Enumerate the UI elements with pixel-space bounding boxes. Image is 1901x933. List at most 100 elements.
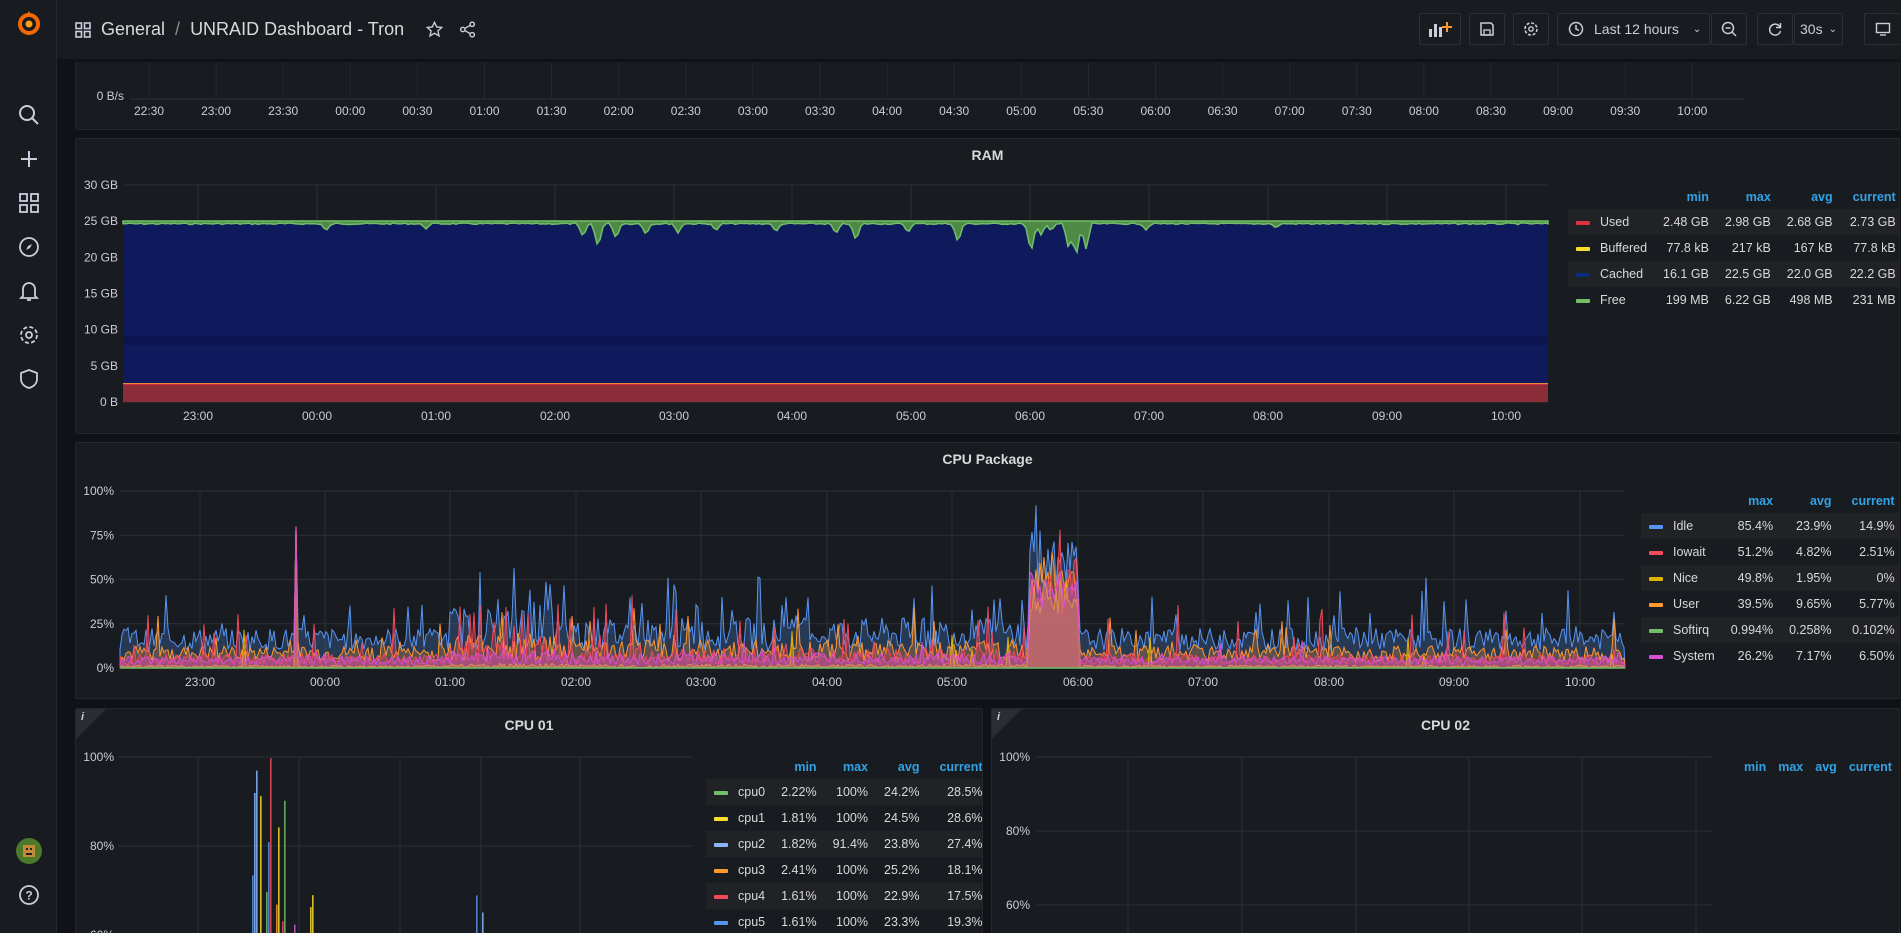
x-axis-tick: 10:00	[1565, 675, 1595, 689]
legend-row[interactable]: Softirq 0.994% 0.258% 0.102%	[1641, 617, 1899, 643]
legend-value-current: 18.1%	[947, 863, 983, 877]
legend-value-min: 1.61%	[771, 883, 823, 909]
cpu01-legend: min max avg current cpu0 2.22% 100% 24.2% 28.5% c…	[706, 755, 983, 933]
series-name[interactable]: User	[1673, 597, 1699, 611]
series-name[interactable]: cpu2	[738, 837, 765, 851]
series-name[interactable]: cpu4	[738, 889, 765, 903]
x-axis-tick: 23:00	[201, 104, 231, 118]
refresh-button[interactable]	[1757, 13, 1793, 45]
legend-header: avg	[1811, 190, 1833, 204]
x-axis-tick: 02:30	[671, 104, 701, 118]
breadcrumb-folder-link[interactable]: General	[101, 19, 165, 40]
series-swatch	[1649, 602, 1663, 607]
dashboards-grid-icon[interactable]	[75, 21, 91, 38]
x-axis-tick: 03:00	[738, 104, 768, 118]
legend-value-avg: 9.65%	[1796, 597, 1832, 611]
x-axis-tick: 05:30	[1073, 104, 1103, 118]
time-picker-button[interactable]: Last 12 hours ⌄	[1557, 13, 1710, 45]
series-name[interactable]: cpu5	[738, 915, 765, 929]
series-name[interactable]: Used	[1600, 215, 1629, 229]
configuration-gear-icon[interactable]	[16, 322, 42, 348]
add-panel-button[interactable]	[1419, 13, 1461, 45]
legend-row[interactable]: Idle 85.4% 23.9% 14.9%	[1641, 513, 1899, 539]
cpu-package-legend: max avg current Idle 85.4% 23.9% 14.9% Iowait 51…	[1641, 489, 1899, 669]
legend-value-max: 2.98 GB	[1714, 209, 1777, 235]
series-name[interactable]: Cached	[1600, 267, 1643, 281]
dashboard-settings-button[interactable]	[1513, 13, 1549, 45]
series-name[interactable]: cpu1	[738, 811, 765, 825]
y-axis-tick: 80%	[90, 839, 114, 853]
series-name[interactable]: Idle	[1673, 519, 1693, 533]
series-name[interactable]: Buffered	[1600, 241, 1647, 255]
x-axis-tick: 10:00	[1677, 104, 1707, 118]
legend-row[interactable]: System 26.2% 7.17% 6.50%	[1641, 643, 1899, 669]
x-axis-tick: 04:00	[812, 675, 842, 689]
legend-row[interactable]: User 39.5% 9.65% 5.77%	[1641, 591, 1899, 617]
x-axis-tick: 09:00	[1439, 675, 1469, 689]
series-name[interactable]: Nice	[1673, 571, 1698, 585]
y-axis-tick: 25 GB	[84, 214, 118, 228]
series-swatch	[714, 920, 728, 925]
refresh-icon	[1768, 23, 1782, 36]
legend-row[interactable]: cpu1 1.81% 100% 24.5% 28.6%	[706, 805, 982, 831]
refresh-interval-picker[interactable]: 30s ⌄	[1794, 13, 1843, 45]
series-name[interactable]: Iowait	[1673, 545, 1706, 559]
legend-row[interactable]: Iowait 51.2% 4.82% 2.51%	[1641, 539, 1899, 565]
dashboard-title[interactable]: UNRAID Dashboard - Tron	[190, 19, 404, 40]
series-swatch	[1576, 220, 1590, 225]
series-name[interactable]: System	[1673, 649, 1715, 663]
series-swatch	[714, 842, 728, 847]
x-axis-tick: 07:00	[1275, 104, 1305, 118]
series-name[interactable]: cpu3	[738, 863, 765, 877]
explore-compass-icon[interactable]	[16, 234, 42, 260]
cpu-usage-bar	[254, 793, 256, 933]
search-icon[interactable]	[16, 102, 42, 128]
legend-row[interactable]: Cached 16.1 GB 22.5 GB 22.0 GB 22.2 GB	[1568, 261, 1899, 287]
cpu-package-graph: 100% 75% 50% 25% 0% 23:00 00:00 01:00 02:00 03:0…	[83, 484, 1626, 689]
series-name[interactable]: Softirq	[1673, 623, 1709, 637]
series-swatch	[1649, 628, 1663, 633]
series-swatch	[1649, 576, 1663, 581]
zoom-out-button[interactable]	[1711, 13, 1747, 45]
gear-icon	[1524, 22, 1538, 36]
legend-row[interactable]: cpu5 1.61% 100% 23.3% 19.3%	[706, 909, 982, 933]
legend-row[interactable]: cpu2 1.82% 91.4% 23.8% 27.4%	[706, 831, 982, 857]
save-dashboard-button[interactable]	[1469, 13, 1505, 45]
legend-value-avg: 22.9%	[874, 883, 926, 909]
view-mode-button[interactable]	[1864, 13, 1900, 45]
x-axis-tick: 01:00	[421, 409, 451, 423]
series-name[interactable]: cpu0	[738, 785, 765, 799]
share-icon[interactable]	[459, 21, 476, 38]
grafana-logo[interactable]	[16, 10, 42, 36]
chevron-down-icon: ⌄	[1828, 23, 1837, 35]
star-icon[interactable]	[426, 21, 444, 38]
legend-row[interactable]: Buffered 77.8 kB 217 kB 167 kB 77.8 kB	[1568, 235, 1899, 261]
cpu-usage-bar	[260, 796, 262, 933]
y-axis-tick: 5 GB	[91, 359, 118, 373]
plus-icon[interactable]	[16, 146, 42, 172]
dashboards-icon[interactable]	[16, 190, 42, 216]
x-axis-tick: 01:30	[537, 104, 567, 118]
server-admin-shield-icon[interactable]	[16, 366, 42, 392]
legend-row[interactable]: cpu0 2.22% 100% 24.2% 28.5%	[706, 779, 982, 805]
legend-row[interactable]: Free 199 MB 6.22 GB 498 MB 231 MB	[1568, 287, 1899, 313]
user-avatar[interactable]	[16, 838, 42, 864]
legend-row[interactable]: Nice 49.8% 1.95% 0%	[1641, 565, 1899, 591]
series-swatch	[1576, 272, 1590, 277]
series-name[interactable]: Free	[1600, 293, 1626, 307]
x-axis-tick: 22:30	[134, 104, 164, 118]
legend-row[interactable]: cpu4 1.61% 100% 22.9% 17.5%	[706, 883, 982, 909]
legend-row[interactable]: cpu3 2.41% 100% 25.2% 18.1%	[706, 857, 983, 883]
help-icon[interactable]: ?	[16, 882, 42, 908]
alerting-bell-icon[interactable]	[16, 278, 42, 304]
x-axis-tick: 09:00	[1543, 104, 1573, 118]
cpu-usage-bar	[284, 800, 286, 933]
legend-value-avg: 24.2%	[874, 779, 926, 805]
legend-value-min: 16.1 GB	[1653, 261, 1715, 287]
legend-header: min	[1744, 760, 1767, 774]
legend-header: max	[1778, 760, 1804, 774]
x-axis-tick: 03:00	[659, 409, 689, 423]
legend-row[interactable]: Used 2.48 GB 2.98 GB 2.68 GB 2.73 GB	[1568, 209, 1899, 235]
legend-value-avg: 23.8%	[874, 831, 926, 857]
cpu-usage-bar	[282, 921, 284, 933]
